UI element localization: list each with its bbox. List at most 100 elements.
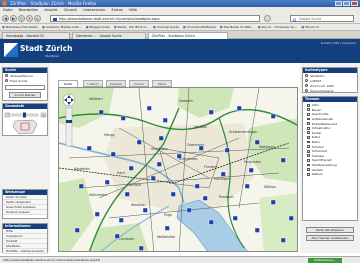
browser-tab[interactable]: Homepage - Ibaneto Ch bbox=[2, 32, 70, 39]
place-label: Affoltern bbox=[89, 97, 103, 101]
bookmark-item[interactable]: ebs.ch - Schweizer Su... bbox=[258, 24, 298, 30]
hide-all-themes-button[interactable]: Alle Themen ausblenden bbox=[306, 235, 354, 241]
tab-kombi[interactable]: Kombi bbox=[129, 80, 149, 87]
poi-marker-icon[interactable] bbox=[186, 207, 192, 213]
poi-marker-icon[interactable] bbox=[170, 191, 176, 197]
tab-plaene[interactable]: Pläne bbox=[152, 80, 172, 87]
bookmark-item[interactable]: Churchkultsoftware bbox=[183, 24, 216, 30]
bookmark-item[interactable]: Channel Guide bbox=[153, 24, 179, 30]
poi-marker-icon[interactable] bbox=[114, 233, 120, 239]
header-links[interactable]: Kontakt | Hilfe | Impressum bbox=[321, 42, 356, 45]
info-kartenauswahl[interactable]: ZüriPlan - Kartenauswahl bbox=[3, 249, 47, 254]
city-map[interactable]: Affoltern Seebach Schwamendingen Höngg W… bbox=[58, 87, 298, 252]
poi-marker-icon[interactable] bbox=[270, 113, 276, 119]
bookmark-item[interactable]: Blogger-Kiosk bbox=[86, 24, 110, 30]
poi-marker-icon[interactable] bbox=[270, 199, 276, 205]
poi-marker-icon[interactable] bbox=[164, 225, 170, 231]
search-input[interactable]: G Google Suche bbox=[290, 15, 354, 23]
poi-marker-icon[interactable] bbox=[150, 175, 156, 181]
refresh-map-button[interactable]: Karte aktualisieren bbox=[306, 227, 354, 233]
poi-marker-icon[interactable] bbox=[136, 139, 142, 145]
poi-marker-icon[interactable] bbox=[288, 215, 294, 221]
poi-marker-icon[interactable] bbox=[176, 153, 182, 159]
home-icon[interactable]: ⌂ bbox=[34, 15, 41, 22]
zoom-control[interactable]: − + bbox=[3, 109, 49, 136]
poi-marker-icon[interactable] bbox=[280, 237, 286, 243]
poi-marker-icon[interactable] bbox=[236, 105, 242, 111]
poi-marker-icon[interactable] bbox=[94, 211, 100, 217]
tab-label: Gemeinde ... - Google Suche bbox=[76, 34, 122, 38]
poi-marker-icon[interactable] bbox=[208, 109, 214, 115]
poi-marker-icon[interactable] bbox=[118, 217, 124, 223]
radio-freie-suche[interactable]: Freie Suche bbox=[3, 78, 47, 83]
place-label: Höngg bbox=[104, 133, 114, 137]
poi-marker-icon[interactable] bbox=[202, 195, 208, 201]
tab-karte[interactable]: Karte bbox=[58, 80, 78, 87]
poi-marker-icon[interactable] bbox=[254, 139, 260, 145]
theme-checkbox[interactable]: Wahlen bbox=[303, 172, 357, 177]
poi-marker-icon[interactable] bbox=[158, 135, 164, 141]
bookmark-item[interactable]: Das Beste im Web... bbox=[220, 24, 254, 30]
poi-marker-icon[interactable] bbox=[280, 157, 286, 163]
poi-marker-icon[interactable] bbox=[194, 183, 200, 189]
tab-kataster[interactable]: Kataster bbox=[106, 80, 126, 87]
site-title[interactable]: Stadt Zürich bbox=[20, 44, 72, 53]
place-label: Wollishofen bbox=[157, 235, 175, 239]
search-start-button[interactable]: Suche starten bbox=[9, 92, 41, 98]
checkbox-icon bbox=[307, 131, 310, 135]
poi-marker-icon[interactable] bbox=[142, 207, 148, 213]
back-icon[interactable]: ◀ bbox=[2, 15, 9, 22]
forward-icon[interactable]: ▶ bbox=[10, 15, 17, 22]
place-label: Hottingen bbox=[214, 177, 230, 181]
radio-uebersicht[interactable]: Übersichtskarte bbox=[303, 88, 357, 93]
maximize-button[interactable] bbox=[343, 1, 350, 6]
bookmark-item[interactable]: Academy Master-Auth... bbox=[42, 24, 82, 30]
poi-marker-icon[interactable] bbox=[248, 167, 254, 173]
tool-measure[interactable]: Distanz messen bbox=[3, 210, 47, 215]
poi-marker-icon[interactable] bbox=[198, 145, 204, 151]
radio-label: Zürich um 1900 bbox=[310, 83, 334, 88]
poi-marker-icon[interactable] bbox=[220, 171, 226, 177]
poi-marker-icon[interactable] bbox=[104, 179, 110, 185]
zurich-logo-icon bbox=[4, 43, 18, 57]
poi-marker-icon[interactable] bbox=[156, 161, 162, 167]
poi-marker-icon[interactable] bbox=[138, 245, 144, 251]
poi-marker-icon[interactable] bbox=[254, 227, 260, 233]
stop-icon[interactable]: ✕ bbox=[26, 15, 33, 22]
poi-marker-icon[interactable] bbox=[124, 191, 130, 197]
tab-luftbild[interactable]: Luftbild bbox=[83, 80, 103, 87]
bookmark-item[interactable]: Meistbesuchte Seiten bbox=[2, 24, 38, 30]
bookmark-item[interactable]: BLOG - Der Blick in... bbox=[114, 24, 149, 30]
map-tabs: Karte Luftbild Kataster Kombi Pläne bbox=[58, 80, 298, 87]
place-label: Enge bbox=[164, 213, 172, 217]
poi-marker-icon[interactable] bbox=[232, 215, 238, 221]
theme-label: Soziales bbox=[311, 153, 325, 158]
poi-marker-icon[interactable] bbox=[146, 105, 152, 111]
poi-marker-icon[interactable] bbox=[110, 151, 116, 157]
url-bar[interactable]: http://www.stadtplan.stadt-zuerich.ch/zu… bbox=[50, 15, 260, 22]
poi-marker-icon[interactable] bbox=[208, 219, 214, 225]
theme-label: Alter bbox=[311, 103, 319, 108]
poi-marker-icon[interactable] bbox=[78, 183, 84, 189]
theme-label: Stadtverwaltung bbox=[311, 163, 337, 168]
poi-marker-icon[interactable] bbox=[244, 183, 250, 189]
search-input-field[interactable] bbox=[5, 85, 45, 90]
minimize-button[interactable] bbox=[335, 1, 342, 6]
poi-marker-icon[interactable] bbox=[98, 109, 104, 115]
reload-icon[interactable]: ↻ bbox=[18, 15, 25, 22]
bookmark-star-icon[interactable]: ☆ bbox=[264, 15, 271, 22]
poi-marker-icon[interactable] bbox=[128, 165, 134, 171]
poi-marker-icon[interactable] bbox=[74, 227, 80, 233]
map-canvas[interactable]: Affoltern Seebach Schwamendingen Höngg W… bbox=[59, 88, 298, 252]
poi-marker-icon[interactable] bbox=[162, 117, 168, 123]
checkbox-icon bbox=[307, 163, 310, 167]
poi-marker-icon[interactable] bbox=[224, 147, 230, 153]
poi-marker-icon[interactable] bbox=[86, 145, 92, 151]
poi-marker-icon[interactable] bbox=[120, 115, 126, 121]
browser-tab[interactable]: Gemeinde ... - Google Suche bbox=[72, 32, 146, 39]
theme-label: Infrastruktur bbox=[311, 126, 331, 131]
place-label: Fluntern bbox=[204, 165, 217, 169]
close-button[interactable] bbox=[351, 1, 358, 6]
browser-tab-active[interactable]: ZüriPlan - Stadtplan Zürich bbox=[148, 32, 228, 39]
bookmark-item[interactable]: Ebook.ch bbox=[301, 24, 319, 30]
